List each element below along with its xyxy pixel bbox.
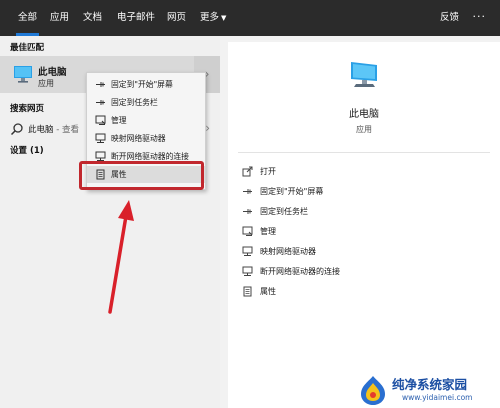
computer-icon [351, 62, 377, 87]
watermark-url: www.yidaimei.com [402, 393, 473, 402]
manage-icon [242, 226, 253, 236]
pin-icon [243, 209, 252, 214]
site-logo-icon [361, 376, 385, 405]
preview-panel: 此电脑 应用 打开 固定到"开始"屏幕 固定到任务栏 管理 映射网络驱动器 断开… [228, 42, 500, 408]
network-drive-icon [242, 266, 253, 276]
watermark: 纯净系统家园 www.yidaimei.com [358, 372, 500, 408]
preview-title: 此电脑 [349, 109, 379, 120]
properties-icon [243, 286, 252, 297]
open-icon [242, 166, 253, 177]
network-drive-icon [242, 246, 253, 256]
pin-icon [243, 189, 252, 194]
preview-subtitle: 应用 [356, 125, 372, 134]
watermark-title: 纯净系统家园 [392, 377, 468, 392]
divider [238, 152, 490, 153]
